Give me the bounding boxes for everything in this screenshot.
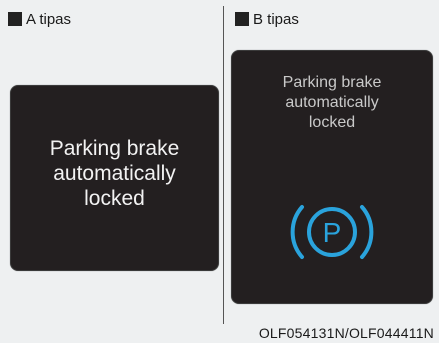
black-square-icon	[235, 12, 249, 26]
message-line: Parking brake	[49, 137, 180, 160]
panel-b-label-text: B tipas	[253, 10, 299, 28]
parking-brake-icon: P	[290, 205, 374, 259]
panel-a-label: A tipas	[8, 10, 71, 28]
message-line: locked	[84, 187, 145, 210]
black-square-icon	[8, 12, 22, 26]
panel-divider	[223, 6, 224, 324]
panel-b-label: B tipas	[235, 10, 299, 28]
message-line: automatically	[53, 162, 176, 185]
parking-brake-message-b: Parking brake automatically locked	[232, 73, 432, 133]
cluster-display-b: Parking brake automatically locked P	[231, 50, 433, 304]
message-line: Parking brake	[282, 74, 382, 91]
cluster-display-a: Parking brake automatically locked	[10, 85, 219, 271]
parking-brake-message-a: Parking brake automatically locked	[11, 136, 218, 211]
figure-code: OLF054131N/OLF044411N	[258, 325, 434, 341]
parking-brake-letter: P	[323, 217, 342, 248]
message-line: automatically	[285, 94, 379, 111]
panel-a-label-text: A tipas	[26, 10, 72, 28]
message-line: locked	[308, 114, 356, 131]
